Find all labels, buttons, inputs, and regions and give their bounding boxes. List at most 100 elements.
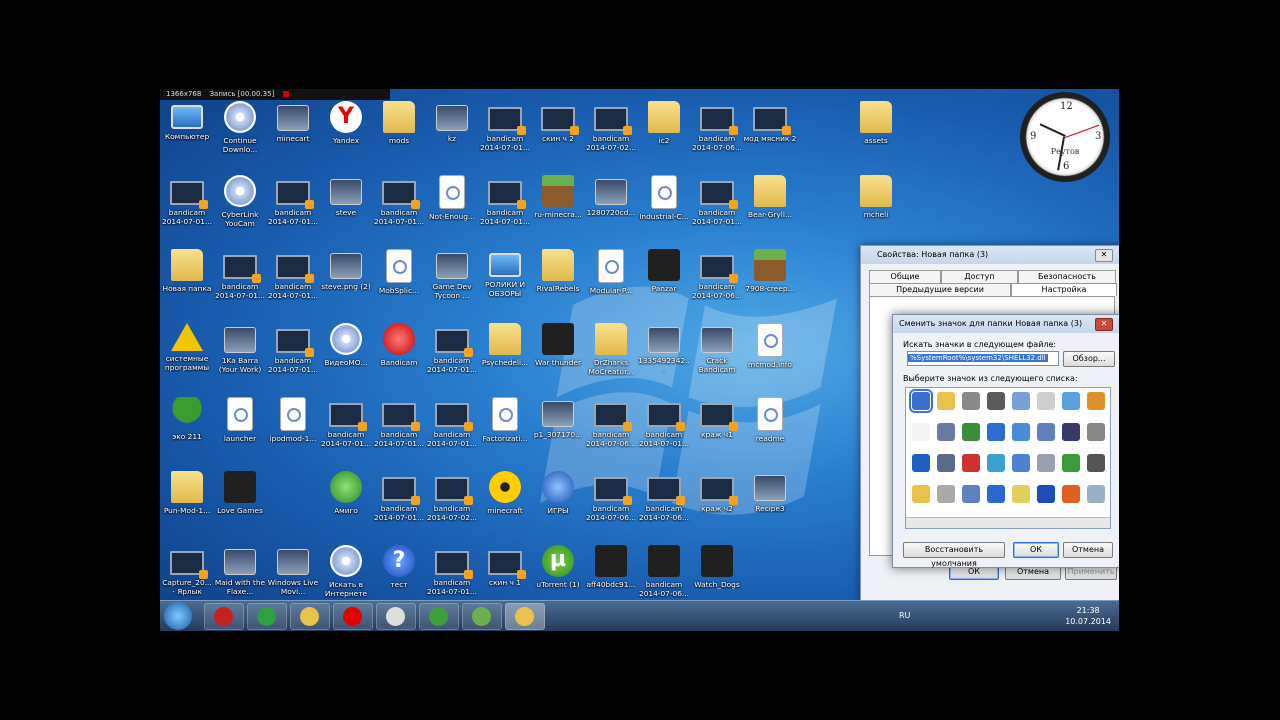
desktop-icon[interactable]: ru-minecra...	[531, 173, 585, 247]
desktop-icon[interactable]: bandicam 2014-07-06...	[637, 469, 691, 543]
desktop-icon[interactable]: bandicam 2014-07-01...	[213, 247, 267, 321]
desktop-icon[interactable]: bandicam 2014-07-01...	[372, 469, 426, 543]
taskbar-button-chrome[interactable]	[247, 603, 287, 630]
taskbar-button-utorrent[interactable]	[419, 603, 459, 630]
desktop-icon[interactable]: 1Ka Barra (Your Work)	[213, 321, 267, 395]
desktop-icon[interactable]: assets	[849, 99, 903, 173]
desktop-icon[interactable]: bandicam 2014-07-06...	[690, 247, 744, 321]
taskbar-button-notepad[interactable]	[376, 603, 416, 630]
desktop-icon[interactable]: minecart	[266, 99, 320, 173]
shell-icon-option[interactable]	[1037, 423, 1055, 441]
desktop-icon[interactable]: Love Games	[213, 469, 267, 543]
desktop-icon[interactable]: steve	[319, 173, 373, 247]
desktop-icon[interactable]: bandicam 2014-07-06...	[584, 469, 638, 543]
start-button[interactable]	[164, 602, 192, 630]
shell-icon-option[interactable]	[1087, 423, 1105, 441]
desktop-icon[interactable]: readme	[743, 395, 797, 469]
desktop-icon[interactable]: Recipe3	[743, 469, 797, 543]
desktop-icon[interactable]: Panzar	[637, 247, 691, 321]
desktop-icon[interactable]: 1335492342...	[637, 321, 691, 395]
desktop-icon[interactable]: bandicam 2014-07-01...	[266, 321, 320, 395]
shell-icon-option[interactable]	[912, 423, 930, 441]
icon-file-input[interactable]: %SystemRoot%\system32\SHELL32.dll	[907, 351, 1059, 366]
shell-icon-option[interactable]	[1037, 392, 1055, 410]
desktop-icon[interactable]: bandicam 2014-07-01...	[478, 173, 532, 247]
tab-customize[interactable]: Настройка	[1011, 283, 1117, 296]
desktop-icon[interactable]: bandicam 2014-07-01...	[266, 247, 320, 321]
desktop-icon[interactable]: bandicam 2014-07-01...	[425, 321, 479, 395]
desktop-icon[interactable]: steve.png (2)	[319, 247, 373, 321]
shell-icon-option[interactable]	[987, 423, 1005, 441]
desktop-icon[interactable]: краж ч1	[690, 395, 744, 469]
desktop-icon[interactable]: Crack Bandicam	[690, 321, 744, 395]
shell-icon-option[interactable]	[937, 454, 955, 472]
record-icon[interactable]	[282, 91, 289, 97]
desktop-icon[interactable]: bandicam 2014-07-01...	[319, 395, 373, 469]
desktop-icon[interactable]: mcmod.info	[743, 321, 797, 395]
properties-close-button[interactable]: ✕	[1095, 249, 1113, 262]
shell-icon-option[interactable]	[1062, 392, 1080, 410]
desktop-icon[interactable]: launcher	[213, 395, 267, 469]
desktop-icon[interactable]: War thunder	[531, 321, 585, 395]
desktop-icon[interactable]: MobSplic...	[372, 247, 426, 321]
desktop-icon[interactable]: эко 211	[160, 395, 214, 469]
desktop-icon[interactable]: мод мясник 2	[743, 99, 797, 173]
shell-icon-option[interactable]	[1012, 423, 1030, 441]
change-icon-titlebar[interactable]: Сменить значок для папки Новая папка (3)…	[893, 315, 1119, 333]
desktop-icon[interactable]: bandicam 2014-07-02...	[584, 99, 638, 173]
desktop-icon[interactable]: Yandex	[319, 99, 373, 173]
desktop-icon[interactable]: mcheli	[849, 173, 903, 247]
desktop-icon[interactable]: Pun-Mod-1...	[160, 469, 214, 543]
taskbar-button-bandicam[interactable]	[204, 603, 244, 630]
desktop-icon[interactable]: Game Dev Tycoon ...	[425, 247, 479, 321]
change-icon-ok-button[interactable]: ОК	[1013, 542, 1059, 558]
shell-icon-option[interactable]	[912, 485, 930, 503]
shell-icon-option[interactable]	[987, 485, 1005, 503]
desktop-icon[interactable]: mods	[372, 99, 426, 173]
desktop-icon[interactable]: Компьютер	[160, 99, 214, 173]
desktop-icon[interactable]: bandicam 2014-07-01...	[266, 173, 320, 247]
shell-icon-option[interactable]	[1087, 454, 1105, 472]
shell-icon-option[interactable]	[912, 454, 930, 472]
desktop-icon[interactable]: bandicam 2014-07-01...	[637, 395, 691, 469]
shell-icon-option[interactable]	[1062, 454, 1080, 472]
taskbar-button-folders[interactable]	[505, 603, 545, 630]
shell-icon-option[interactable]	[962, 485, 980, 503]
restore-defaults-button[interactable]: Восстановить умолчания	[903, 542, 1005, 568]
desktop-icon[interactable]: CyberLink YouCam	[213, 173, 267, 247]
tray-clock[interactable]: 21:38 10.07.2014	[1065, 605, 1111, 627]
shell-icon-option[interactable]	[937, 392, 955, 410]
icon-list-scrollbar[interactable]	[906, 517, 1110, 528]
desktop-icon[interactable]: Factorizati...	[478, 395, 532, 469]
shell-icon-option[interactable]	[962, 392, 980, 410]
desktop-icon[interactable]: Bandicam	[372, 321, 426, 395]
desktop-icon[interactable]: 7908-creep...	[743, 247, 797, 321]
taskbar-button-minecraft[interactable]	[462, 603, 502, 630]
desktop-icon[interactable]: bandicam 2014-07-01...	[372, 395, 426, 469]
desktop-icon[interactable]: скин ч 2	[531, 99, 585, 173]
shell-icon-option[interactable]	[1087, 485, 1105, 503]
shell-icon-option[interactable]	[987, 454, 1005, 472]
shell-icon-option[interactable]	[1012, 454, 1030, 472]
desktop-icon[interactable]: РОЛИКИ И ОБЗОРЫ	[478, 247, 532, 321]
shell-icon-option[interactable]	[987, 392, 1005, 410]
desktop-icon[interactable]: краж ч2	[690, 469, 744, 543]
desktop-icon[interactable]: 1280720cd...	[584, 173, 638, 247]
shell-icon-option[interactable]	[962, 423, 980, 441]
change-icon-cancel-button[interactable]: Отмена	[1063, 542, 1113, 558]
taskbar-button-yandex[interactable]	[333, 603, 373, 630]
desktop-icon[interactable]: Not-Enoug...	[425, 173, 479, 247]
shell-icon-option[interactable]	[1037, 485, 1055, 503]
browse-button[interactable]: Обзор...	[1063, 351, 1115, 367]
desktop-icon[interactable]: bandicam 2014-07-02...	[425, 469, 479, 543]
desktop-icon[interactable]: Industrial-C...	[637, 173, 691, 247]
desktop-icon[interactable]: kz	[425, 99, 479, 173]
desktop-icon[interactable]: ИГРЫ	[531, 469, 585, 543]
desktop-icon[interactable]: bandicam 2014-07-06...	[690, 99, 744, 173]
properties-titlebar[interactable]: Свойства: Новая папка (3) ✕	[861, 246, 1119, 264]
desktop-icon[interactable]: bandicam 2014-07-01...	[478, 99, 532, 173]
desktop-icon[interactable]: Psychedeli...	[478, 321, 532, 395]
desktop-icon[interactable]: Bear-Gryll...	[743, 173, 797, 247]
shell-icon-option[interactable]	[937, 423, 955, 441]
desktop-icon[interactable]: Continue Downlo...	[213, 99, 267, 173]
